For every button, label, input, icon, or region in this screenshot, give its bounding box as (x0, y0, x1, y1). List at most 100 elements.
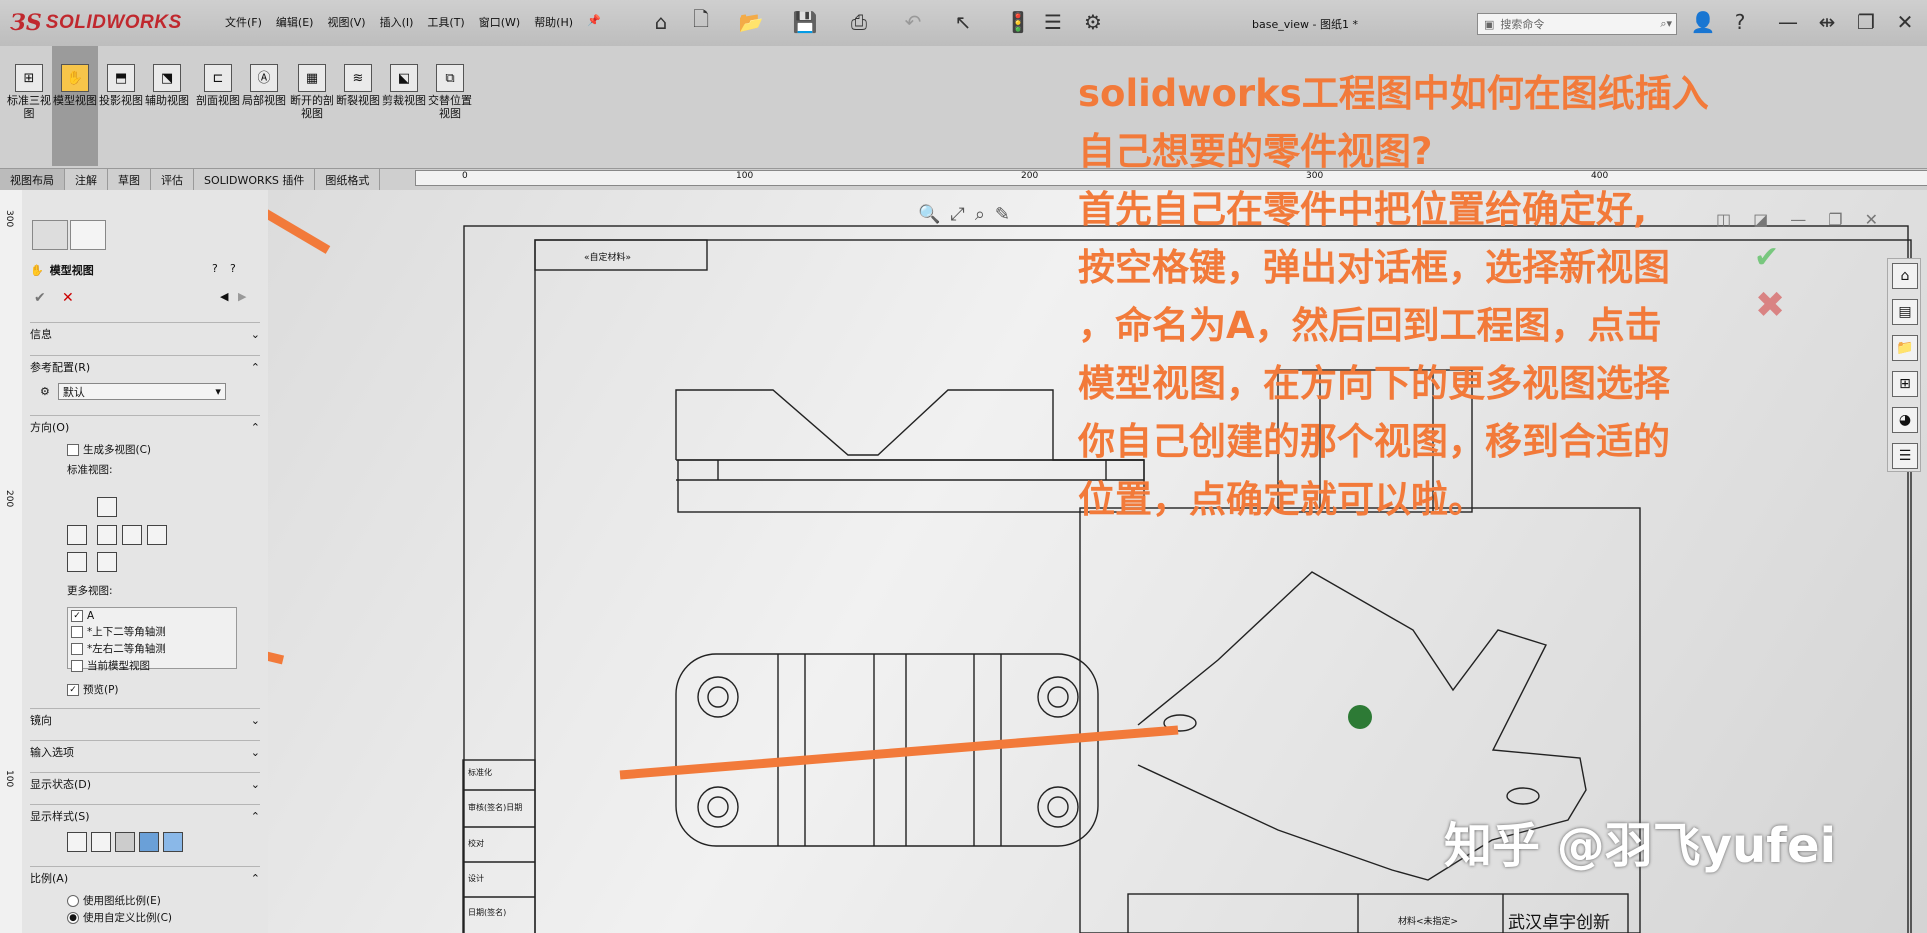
feature-manager-tab[interactable] (32, 220, 68, 250)
list-icon[interactable]: ☰ (1040, 9, 1066, 35)
checkbox[interactable] (71, 625, 83, 638)
print-icon[interactable]: ⎙ (846, 9, 872, 35)
bottom-view-icon[interactable] (97, 552, 117, 572)
forward-icon[interactable]: ▶ (238, 290, 246, 303)
pin-icon[interactable]: 📌 (587, 14, 601, 30)
design-library-icon[interactable]: ▤ (1892, 299, 1918, 325)
section-info[interactable]: 信息 ⌄ (30, 322, 260, 345)
checkbox-checked[interactable]: ✓ (67, 683, 79, 696)
wireframe-icon[interactable] (67, 832, 87, 852)
tab-view-layout[interactable]: 视图布局 (0, 169, 65, 191)
user-icon[interactable]: 👤 (1690, 9, 1716, 35)
help-icon[interactable]: ? (212, 262, 218, 275)
search-input[interactable]: ▣ 搜索命令 ⌕▾ (1477, 13, 1677, 35)
cancel-icon[interactable]: ✕ (62, 290, 74, 306)
menu-edit[interactable]: 编辑(E) (276, 14, 314, 30)
auxiliary-view-button[interactable]: ⬔ 辅助视图 (144, 46, 190, 166)
left-view-icon[interactable] (67, 525, 87, 545)
more-view-item[interactable]: 当前模型视图 (71, 658, 233, 673)
checkbox[interactable] (67, 443, 79, 456)
radio[interactable] (67, 894, 79, 907)
back-icon[interactable]: ◀ (220, 290, 228, 303)
front-view-icon[interactable] (97, 525, 117, 545)
config-select[interactable]: 默认 ▾ (57, 383, 226, 400)
section-display-state[interactable]: 显示状态(D) ⌄ (30, 772, 260, 795)
detail-view-button[interactable]: Ⓐ 局部视图 (241, 46, 287, 166)
more-view-item[interactable]: *左右二等角轴测 (71, 641, 233, 656)
minimize-icon[interactable]: — (1790, 210, 1806, 229)
break-view-button[interactable]: ≋ 断裂视图 (335, 46, 381, 166)
checkbox[interactable] (71, 659, 83, 672)
hidden-lines-removed-icon[interactable] (115, 832, 135, 852)
tab-sketch[interactable]: 草图 (108, 169, 151, 191)
shaded-edges-icon[interactable] (139, 832, 159, 852)
tab-sheet-format[interactable]: 图纸格式 (315, 169, 381, 191)
traffic-light-icon[interactable]: 🚦 (1005, 9, 1031, 35)
top-view-icon[interactable] (97, 497, 117, 517)
broken-out-section-button[interactable]: ▦ 断开的剖视图 (289, 46, 335, 166)
help-icon[interactable]: ? (230, 262, 236, 275)
fit-icon[interactable]: ⇹ (1814, 9, 1840, 35)
search-icon[interactable]: ⌕▾ (1660, 17, 1672, 31)
custom-properties-icon[interactable]: ☰ (1892, 443, 1918, 469)
section-mirror[interactable]: 镜向 ⌄ (30, 708, 260, 731)
section-display-style[interactable]: 显示样式(S) ⌃ (30, 804, 260, 827)
crop-view-button[interactable]: ⬕ 剪裁视图 (381, 46, 427, 166)
restore-icon[interactable]: ❐ (1853, 9, 1879, 35)
select-pointer-icon[interactable]: ↖ (950, 9, 976, 35)
menu-window[interactable]: 窗口(W) (479, 14, 520, 30)
help-icon[interactable]: ? (1727, 9, 1753, 35)
radio-selected[interactable]: ● (67, 911, 79, 924)
property-manager-tab[interactable] (70, 220, 106, 250)
save-icon[interactable]: 💾 (792, 9, 818, 35)
minimize-icon[interactable]: — (1775, 9, 1801, 35)
undo-icon[interactable]: ↶ (900, 9, 926, 35)
appearances-icon[interactable]: ◕ (1892, 407, 1918, 433)
preview-checkbox[interactable]: ✓ 预览(P) (67, 682, 119, 697)
file-explorer-icon[interactable]: 📁 (1892, 335, 1918, 361)
zoom-area-icon[interactable]: ⤢ (950, 204, 964, 225)
gear-icon[interactable]: ⚙ (1080, 9, 1106, 35)
isometric-view-icon[interactable] (67, 552, 87, 572)
restore-icon[interactable]: ❐ (1828, 210, 1842, 229)
open-icon[interactable]: 📂 (738, 9, 764, 35)
section-ref-config[interactable]: 参考配置(R) ⌃ (30, 355, 260, 378)
tab-addins[interactable]: SOLIDWORKS 插件 (194, 169, 316, 191)
section-view-button[interactable]: ⊏ 剖面视图 (195, 46, 241, 166)
more-view-item[interactable]: *上下二等角轴测 (71, 624, 233, 639)
back-view-icon[interactable] (147, 525, 167, 545)
close-icon[interactable]: ✕ (1892, 9, 1918, 35)
menu-tools[interactable]: 工具(T) (427, 14, 464, 30)
standard-3-view-button[interactable]: ⊞ 标准三视图 (6, 46, 52, 166)
home-icon[interactable]: ⌂ (1892, 263, 1918, 289)
section-orientation[interactable]: 方向(O) ⌃ (30, 415, 260, 438)
new-doc-icon[interactable]: 🗋 (688, 7, 714, 35)
ok-icon[interactable]: ✔ (34, 290, 46, 306)
menu-help[interactable]: 帮助(H) (534, 14, 573, 30)
scale-sheet-radio[interactable]: 使用图纸比例(E) (67, 893, 161, 908)
zoom-fit-icon[interactable]: 🔍 (918, 204, 940, 225)
section-import[interactable]: 输入选项 ⌄ (30, 740, 260, 763)
model-view-button[interactable]: ✋ 模型视图 (52, 46, 98, 166)
close-icon[interactable]: ✕ (1865, 210, 1878, 229)
menu-file[interactable]: 文件(F) (225, 14, 262, 30)
confirm-cancel-icon[interactable]: ✖ (1755, 285, 1785, 326)
alternate-position-view-button[interactable]: ⧉ 交替位置视图 (427, 46, 473, 166)
checkbox[interactable] (71, 642, 83, 655)
gen-multi-checkbox[interactable]: 生成多视图(C) (67, 442, 151, 457)
hidden-lines-visible-icon[interactable] (91, 832, 111, 852)
more-view-item[interactable]: ✓ A (71, 610, 233, 622)
menu-insert[interactable]: 插入(I) (380, 14, 414, 30)
menu-view[interactable]: 视图(V) (327, 14, 365, 30)
section-icon[interactable]: ✎ (995, 204, 1010, 225)
section-scale[interactable]: 比例(A) ⌃ (30, 866, 260, 889)
projected-view-button[interactable]: ⬒ 投影视图 (98, 46, 144, 166)
home-icon[interactable]: ⌂ (648, 9, 674, 35)
shaded-icon[interactable] (163, 832, 183, 852)
tab-annotation[interactable]: 注解 (65, 169, 108, 191)
scale-custom-radio[interactable]: ● 使用自定义比例(C) (67, 910, 172, 925)
view-palette-icon[interactable]: ⊞ (1892, 371, 1918, 397)
checkbox-checked[interactable]: ✓ (71, 610, 83, 622)
zoom-previous-icon[interactable]: ⌕ (975, 204, 985, 225)
right-view-icon[interactable] (122, 525, 142, 545)
